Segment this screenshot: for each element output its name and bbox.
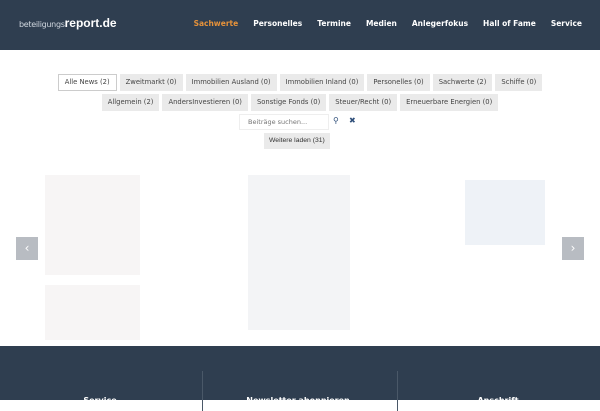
category-filters: Alle News (2) Zweitmarkt (0) Immobilien … — [0, 74, 600, 111]
filter-sonstige-fonds[interactable]: Sonstige Fonds (0) — [250, 94, 327, 111]
filter-sachwerte[interactable]: Sachwerte (2) — [432, 74, 493, 91]
nav-service[interactable]: Service — [551, 19, 582, 28]
filter-immobilien-inland[interactable]: Immobilien Inland (0) — [279, 74, 365, 91]
article-image[interactable] — [465, 180, 545, 245]
main-nav: Sachwerte Personelles Termine Medien Anl… — [194, 19, 582, 28]
filter-steuer-recht[interactable]: Steuer/Recht (0) — [329, 94, 398, 111]
header: beteiligungsreport.de Sachwerte Personel… — [0, 0, 600, 50]
nav-medien[interactable]: Medien — [366, 19, 397, 28]
filter-andersinvestieren[interactable]: AndersInvestieren (0) — [162, 94, 248, 111]
magazine-cover-image[interactable] — [248, 175, 350, 330]
nav-hall-of-fame[interactable]: Hall of Fame — [483, 19, 536, 28]
footer: Service Newsletter abonnieren Anschrift — [0, 346, 600, 411]
nav-sachwerte[interactable]: Sachwerte — [194, 19, 239, 28]
logo[interactable]: beteiligungsreport.de — [19, 16, 117, 30]
nav-personelles[interactable]: Personelles — [253, 19, 302, 28]
article-image[interactable] — [45, 175, 140, 275]
nav-anlegerfokus[interactable]: Anlegerfokus — [412, 19, 468, 28]
article-image[interactable] — [45, 285, 140, 340]
footer-heading: Service — [83, 396, 117, 405]
filter-immobilien-ausland[interactable]: Immobilien Ausland (0) — [185, 74, 277, 91]
nav-termine[interactable]: Termine — [317, 19, 351, 28]
close-icon[interactable]: ✖ — [349, 116, 356, 125]
logo-prefix: beteiligungs — [19, 20, 65, 29]
footer-heading: Anschrift — [477, 396, 519, 405]
filter-erneuerbare-energien[interactable]: Erneuerbare Energien (0) — [400, 94, 499, 111]
search-icon[interactable]: ⚲ — [333, 116, 339, 125]
carousel-next-button[interactable]: › — [562, 237, 584, 260]
filter-schiffe[interactable]: Schiffe (0) — [495, 74, 543, 91]
filter-alle-news[interactable]: Alle News (2) — [57, 74, 117, 91]
filter-personelles[interactable]: Personelles (0) — [367, 74, 430, 91]
logo-main: report.de — [64, 16, 117, 30]
search-input[interactable] — [239, 114, 329, 130]
divider — [202, 371, 203, 411]
filter-zweitmarkt[interactable]: Zweitmarkt (0) — [119, 74, 183, 91]
load-more-button[interactable]: Weitere laden (31) — [264, 133, 330, 149]
divider — [397, 371, 398, 411]
filter-allgemein[interactable]: Allgemein (2) — [101, 94, 160, 111]
carousel-prev-button[interactable]: ‹ — [16, 237, 38, 260]
footer-heading: Newsletter abonnieren — [246, 396, 350, 405]
